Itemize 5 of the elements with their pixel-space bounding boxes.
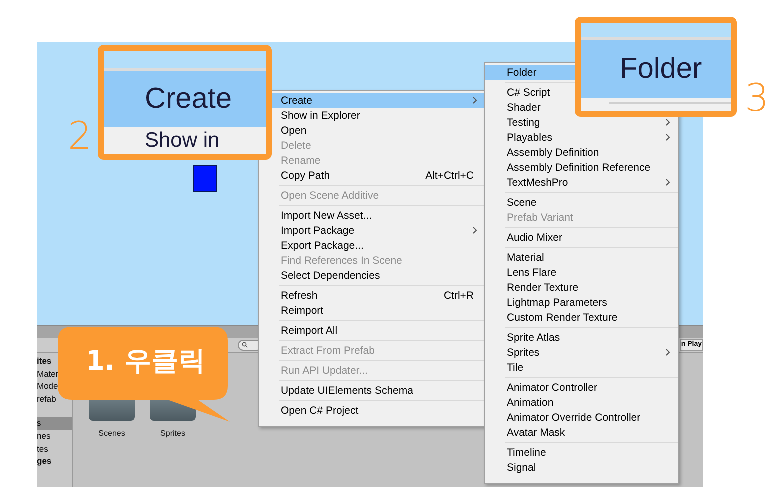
asset-label: Scenes xyxy=(98,429,126,438)
asset-label: Sprites xyxy=(160,429,186,438)
step-number: 2 xyxy=(68,114,92,158)
step-number: 3 xyxy=(745,76,770,120)
callout-text: 1. 우클릭 xyxy=(86,345,206,379)
